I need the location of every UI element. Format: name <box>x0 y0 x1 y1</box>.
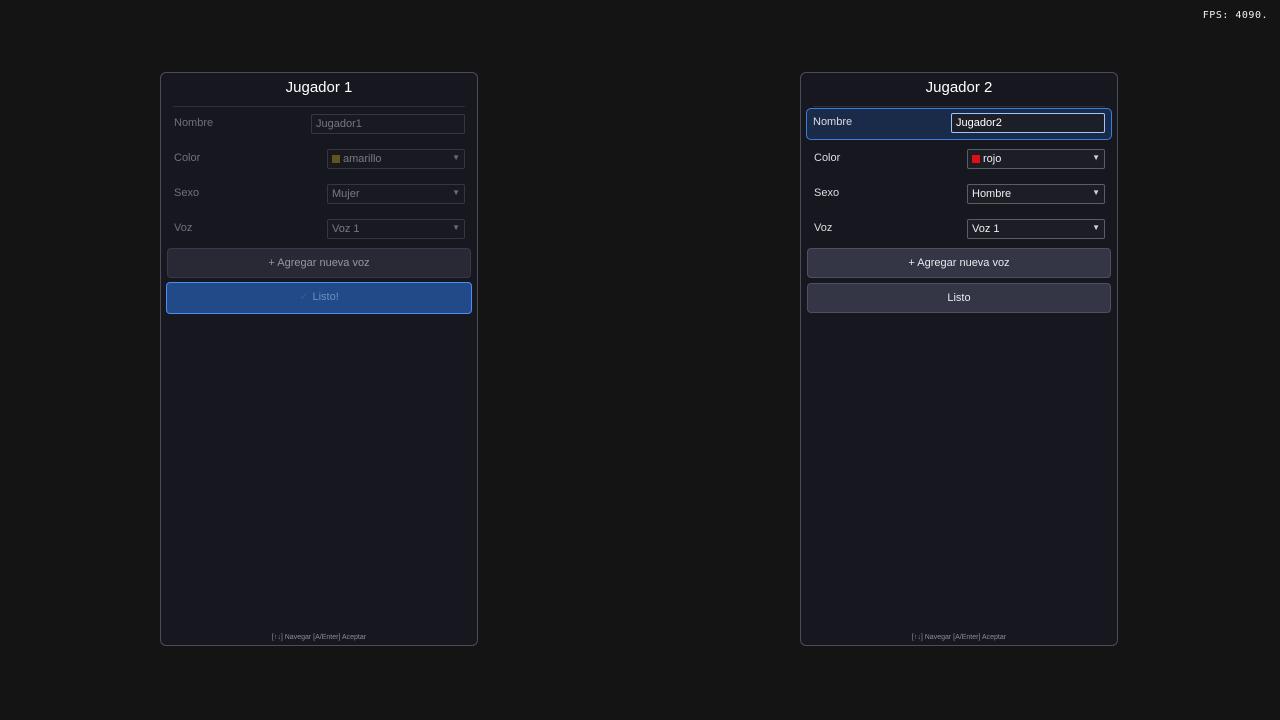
panel-title: Jugador 1 <box>173 79 465 107</box>
voz-row: Voz Voz 1 ▼ <box>807 214 1111 244</box>
panel-title: Jugador 2 <box>813 79 1105 107</box>
sexo-value: Hombre <box>972 188 1012 200</box>
sexo-label: Sexo <box>814 187 840 199</box>
chevron-down-icon: ▼ <box>452 188 460 197</box>
ready-button[interactable]: ✓ Listo! <box>166 282 472 314</box>
sexo-label: Sexo <box>174 187 200 199</box>
color-label: Color <box>814 152 841 164</box>
chevron-down-icon: ▼ <box>1092 223 1100 232</box>
nombre-input[interactable] <box>951 113 1105 133</box>
voz-value: Voz 1 <box>332 223 360 235</box>
chevron-down-icon: ▼ <box>452 153 460 162</box>
sexo-value: Mujer <box>332 188 360 200</box>
color-label: Color <box>174 152 201 164</box>
nombre-input[interactable] <box>311 114 465 134</box>
chevron-down-icon: ▼ <box>1092 188 1100 197</box>
sexo-row: Sexo Mujer ▼ <box>167 179 471 209</box>
fps-counter: FPS: 4090. <box>1202 10 1268 21</box>
nombre-row: Nombre <box>806 108 1112 140</box>
nombre-label: Nombre <box>813 116 853 128</box>
sexo-select[interactable]: Mujer ▼ <box>327 184 465 204</box>
voz-select[interactable]: Voz 1 ▼ <box>967 219 1105 239</box>
sexo-row: Sexo Hombre ▼ <box>807 179 1111 209</box>
color-value: rojo <box>983 153 1002 165</box>
color-row: Color amarillo ▼ <box>167 144 471 174</box>
ready-label: Listo! <box>312 291 339 303</box>
check-icon: ✓ <box>299 291 309 303</box>
controls-hint: [↑↓] Navegar [A/Enter] Aceptar <box>271 634 367 641</box>
chevron-down-icon: ▼ <box>1092 153 1100 162</box>
chevron-down-icon: ▼ <box>452 223 460 232</box>
voz-row: Voz Voz 1 ▼ <box>167 214 471 244</box>
color-row: Color rojo ▼ <box>807 144 1111 174</box>
nombre-label: Nombre <box>174 117 214 129</box>
color-select[interactable]: amarillo ▼ <box>327 149 465 169</box>
color-select[interactable]: rojo ▼ <box>967 149 1105 169</box>
controls-hint: [↑↓] Navegar [A/Enter] Aceptar <box>911 634 1007 641</box>
voz-value: Voz 1 <box>972 223 1000 235</box>
voz-label: Voz <box>814 222 833 234</box>
ready-button[interactable]: Listo <box>807 283 1111 313</box>
player-1-panel: Jugador 1 Nombre Color amarillo ▼ Sexo M… <box>160 72 478 646</box>
player-2-panel: Jugador 2 Nombre Color rojo ▼ Sexo Hombr… <box>800 72 1118 646</box>
add-voice-button[interactable]: + Agregar nueva voz <box>167 248 471 278</box>
color-swatch-icon <box>972 155 980 163</box>
add-voice-button[interactable]: + Agregar nueva voz <box>807 248 1111 278</box>
color-swatch-icon <box>332 155 340 163</box>
voz-select[interactable]: Voz 1 ▼ <box>327 219 465 239</box>
sexo-select[interactable]: Hombre ▼ <box>967 184 1105 204</box>
nombre-row: Nombre <box>167 109 471 139</box>
color-value: amarillo <box>343 153 382 165</box>
voz-label: Voz <box>174 222 193 234</box>
